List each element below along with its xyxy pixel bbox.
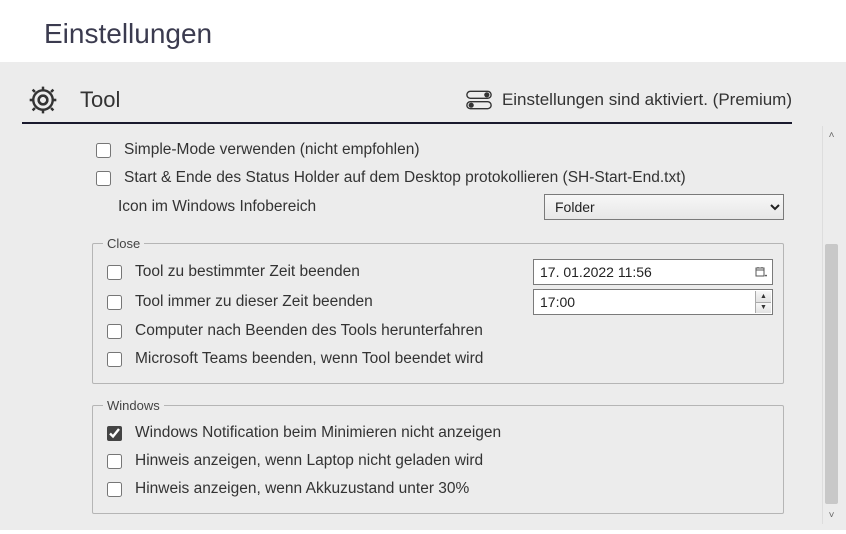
checkbox-input-end-always[interactable] [107,295,122,310]
tray-icon-label: Icon im Windows Infobereich [118,198,544,216]
scroll-track[interactable] [823,144,840,506]
checkbox-input-protocol[interactable] [96,171,111,186]
vertical-scrollbar[interactable]: ˄ ˅ [822,126,840,524]
tray-icon-select[interactable]: Folder [544,194,784,220]
group-windows: Windows Windows Notification beim Minimi… [92,398,784,514]
checkbox-shutdown[interactable]: Computer nach Beenden des Tools herunter… [103,321,773,342]
toggle-icon [466,89,492,111]
group-windows-legend: Windows [103,398,164,413]
checkbox-label: Microsoft Teams beenden, wenn Tool beend… [135,350,483,368]
checkbox-input-laptop-charge[interactable] [107,454,122,469]
checkbox-battery-30[interactable]: Hinweis anzeigen, wenn Akkuzustand unter… [103,479,773,500]
section-header: Tool Einstellungen sind aktiviert. (Prem… [22,84,792,124]
checkbox-input-quit-teams[interactable] [107,352,122,367]
settings-scroll-body: Simple-Mode verwenden (nicht empfohlen) … [80,124,792,526]
end-always-time[interactable]: 17:00 ▲ ▼ [533,289,773,315]
end-at-time-datetime[interactable]: 17. 01.2022 11:56 [533,259,773,285]
gear-icon [27,84,59,116]
premium-status: Einstellungen sind aktiviert. (Premium) [466,89,792,111]
checkbox-label: Hinweis anzeigen, wenn Laptop nicht gela… [135,452,483,470]
checkbox-label: Tool zu bestimmter Zeit beenden [135,263,360,281]
time-value: 17:00 [540,294,575,310]
checkbox-end-at-time[interactable]: Tool zu bestimmter Zeit beenden [103,262,533,283]
settings-panel: Tool Einstellungen sind aktiviert. (Prem… [0,62,846,530]
page-title: Einstellungen [0,0,846,62]
checkbox-input-end-at-time[interactable] [107,265,122,280]
calendar-dropdown-icon[interactable] [752,262,770,282]
checkbox-input-battery-30[interactable] [107,482,122,497]
scroll-up-arrow-icon[interactable]: ˄ [823,126,840,144]
group-close-legend: Close [103,236,144,251]
scroll-down-arrow-icon[interactable]: ˅ [823,506,840,524]
premium-status-label: Einstellungen sind aktiviert. (Premium) [502,90,792,110]
spin-up-icon[interactable]: ▲ [756,291,771,302]
checkbox-label: Windows Notification beim Minimieren nic… [135,424,501,442]
checkbox-no-min-notif[interactable]: Windows Notification beim Minimieren nic… [103,423,773,444]
checkbox-label: Tool immer zu dieser Zeit beenden [135,293,373,311]
checkbox-simple-mode[interactable]: Simple-Mode verwenden (nicht empfohlen) [92,140,784,161]
checkbox-quit-teams[interactable]: Microsoft Teams beenden, wenn Tool beend… [103,349,773,370]
group-close: Close Tool zu bestimmter Zeit beenden 17… [92,236,784,384]
checkbox-label: Start & Ende des Status Holder auf dem D… [124,169,686,187]
checkbox-label: Simple-Mode verwenden (nicht empfohlen) [124,141,420,159]
datetime-value: 17. 01.2022 11:56 [540,264,652,280]
checkbox-label: Computer nach Beenden des Tools herunter… [135,322,483,340]
spin-down-icon[interactable]: ▼ [756,302,771,314]
checkbox-input-simple-mode[interactable] [96,143,111,158]
checkbox-input-shutdown[interactable] [107,324,122,339]
scroll-thumb[interactable] [825,244,838,504]
checkbox-input-no-min-notif[interactable] [107,426,122,441]
checkbox-protocol[interactable]: Start & Ende des Status Holder auf dem D… [92,168,784,189]
section-title: Tool [80,87,120,113]
checkbox-laptop-charge[interactable]: Hinweis anzeigen, wenn Laptop nicht gela… [103,451,773,472]
checkbox-label: Hinweis anzeigen, wenn Akkuzustand unter… [135,480,469,498]
checkbox-end-always[interactable]: Tool immer zu dieser Zeit beenden [103,292,533,313]
